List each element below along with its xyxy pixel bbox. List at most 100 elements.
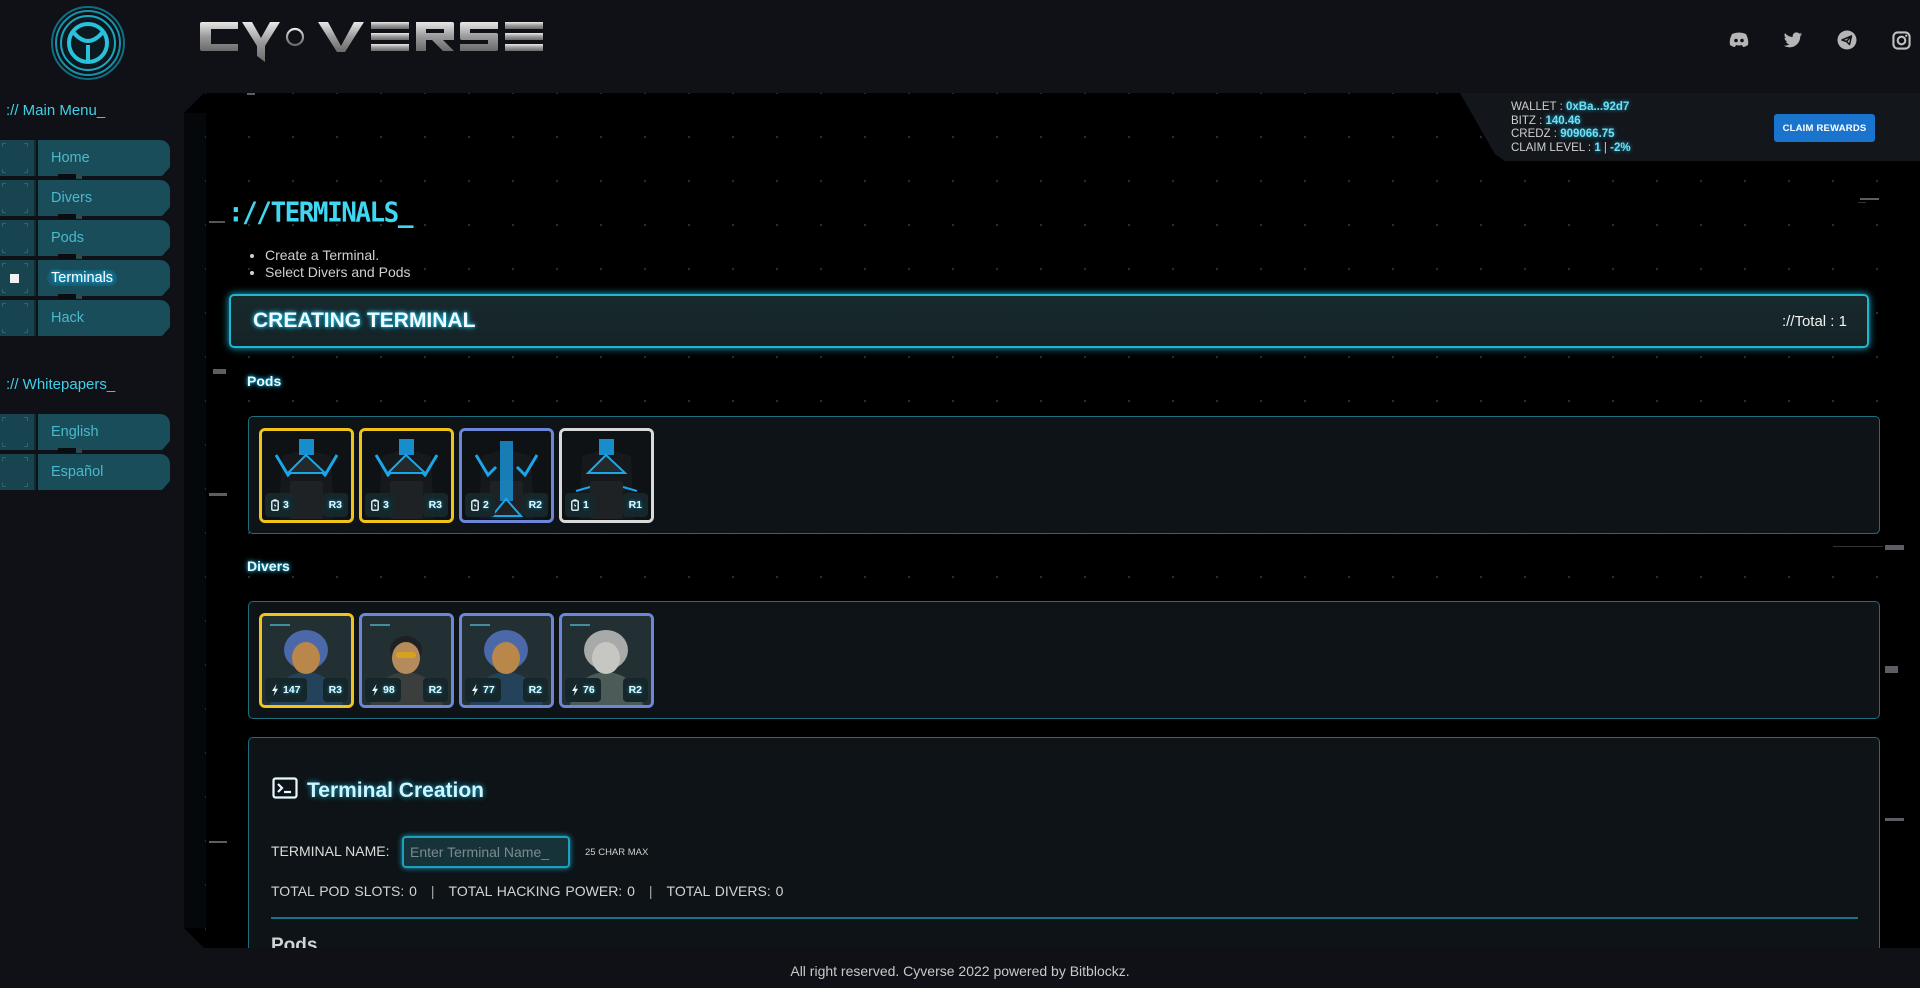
creating-terminal-bar: CREATING TERMINAL ://Total : 1: [229, 294, 1869, 348]
sidebar-item-hack[interactable]: Hack: [0, 294, 170, 336]
pod-slots-badge: 1: [565, 493, 595, 517]
frame-decoration: [247, 93, 255, 95]
pods-section-label: Pods: [247, 373, 282, 389]
sidebar-item-label: Español: [51, 464, 104, 480]
terminal-total: ://Total : 1: [1781, 312, 1847, 330]
battery-icon: [471, 499, 479, 511]
discord-icon[interactable]: [1727, 28, 1751, 52]
instruction-item: Create a Terminal.: [265, 247, 411, 264]
whitepapers-list: English Español: [0, 414, 175, 490]
active-indicator: [10, 274, 19, 283]
rarity-badge: R2: [422, 678, 448, 702]
frame-decoration: [1860, 198, 1879, 200]
whitepapers-title: :// Whitepapers_: [6, 376, 116, 393]
instruction-item: Select Divers and Pods: [265, 264, 411, 281]
hacking-power-badge: 77: [465, 678, 501, 702]
selected-pods-heading: Pods: [271, 935, 318, 949]
bitz-value: 140.46: [1545, 114, 1581, 127]
wallet-row: WALLET : 0xBa...92d7: [1511, 101, 1630, 113]
telegram-icon[interactable]: [1835, 28, 1859, 52]
rarity-badge: R2: [522, 493, 548, 517]
sidebar-item-label: Hack: [51, 310, 85, 326]
terminal-name-input[interactable]: [402, 836, 570, 868]
lightning-icon: [372, 684, 378, 696]
pod-slots-badge: 3: [265, 493, 295, 517]
rarity-badge: R1: [622, 493, 648, 517]
pod-card[interactable]: 3 R3: [359, 428, 454, 523]
cyverse-logo-icon[interactable]: [50, 5, 126, 81]
diver-card[interactable]: 76 R2: [559, 613, 654, 708]
rarity-badge: R2: [522, 678, 548, 702]
battery-icon: [371, 499, 379, 511]
instructions-list: Create a Terminal. Select Divers and Pod…: [265, 247, 411, 281]
rarity-badge: R3: [322, 678, 348, 702]
pod-slots-badge: 2: [465, 493, 495, 517]
lightning-icon: [272, 684, 278, 696]
hacking-power-badge: 76: [565, 678, 601, 702]
battery-icon: [571, 499, 579, 511]
pod-card[interactable]: 1 R1: [559, 428, 654, 523]
frame-decoration: [1885, 666, 1898, 673]
brand-logo: [198, 16, 618, 64]
wallet-address: 0xBa...92d7: [1565, 101, 1630, 113]
pod-slots-badge: 3: [365, 493, 395, 517]
diver-card[interactable]: 147 R3: [259, 613, 354, 708]
page-title: ://TERMINALS_: [228, 197, 414, 229]
frame-decoration: [209, 493, 227, 496]
diver-card[interactable]: 77 R2: [459, 613, 554, 708]
divers-tray: 147 R3 98 R2 77 R2 76 R2: [248, 601, 1880, 719]
frame-edge: [184, 113, 206, 928]
total-hacking-power: TOTAL HACKING POWER: 0: [448, 883, 635, 899]
sidebar-item-terminals[interactable]: Terminals: [0, 254, 170, 296]
hacking-power-badge: 147: [265, 678, 307, 702]
frame-decoration: [1833, 546, 1883, 547]
credz-value: 909066.75: [1560, 128, 1615, 140]
sidebar-item-label: English: [51, 424, 99, 440]
sidebar-item-english[interactable]: English: [0, 414, 170, 450]
lightning-icon: [572, 684, 578, 696]
rarity-badge: R3: [422, 493, 448, 517]
terminal-creation-title: Terminal Creation: [307, 779, 484, 802]
char-max-hint: 25 CHAR MAX: [585, 847, 649, 858]
sidebar: :// Main Menu_ Home Divers Pods Terminal…: [0, 100, 175, 494]
credz-row: CREDZ : 909066.75: [1511, 128, 1615, 140]
title-decoration: [209, 221, 225, 223]
sidebar-item-pods[interactable]: Pods: [0, 214, 170, 256]
total-pod-slots: TOTAL POD SLOTS: 0: [271, 883, 417, 899]
twitter-icon[interactable]: [1781, 28, 1805, 52]
terminal-creation-heading: Terminal Creation: [272, 777, 484, 805]
pods-tray: 3 R3 3 R3 2 R2 1 R1: [248, 416, 1880, 534]
rarity-badge: R2: [622, 678, 648, 702]
main-menu-list: Home Divers Pods Terminals Hack: [0, 140, 175, 336]
pod-card[interactable]: 3 R3: [259, 428, 354, 523]
lightning-icon: [472, 684, 478, 696]
main-menu-title: :// Main Menu_: [6, 102, 106, 119]
sidebar-item-espanol[interactable]: Español: [0, 448, 170, 490]
sidebar-item-home[interactable]: Home: [0, 140, 170, 176]
frame-decoration: [1885, 818, 1904, 821]
wallet-info: WALLET : 0xBa...92d7 BITZ : 140.46 CREDZ…: [1511, 101, 1631, 155]
section-divider: [271, 917, 1858, 919]
terminal-totals: TOTAL POD SLOTS: 0 | TOTAL HACKING POWER: …: [271, 883, 784, 899]
footer-text: All right reserved. Cyverse 2022 powered…: [790, 963, 1130, 979]
rarity-badge: R3: [322, 493, 348, 517]
creating-terminal-title: CREATING TERMINAL: [253, 309, 476, 332]
sidebar-item-label: Home: [51, 150, 90, 166]
claim-rewards-button[interactable]: CLAIM REWARDS: [1774, 114, 1875, 142]
claim-level-row: CLAIM LEVEL : 1 | -2%: [1511, 141, 1631, 154]
sidebar-item-divers[interactable]: Divers: [0, 174, 170, 216]
battery-icon: [271, 499, 279, 511]
diver-card[interactable]: 98 R2: [359, 613, 454, 708]
terminal-icon: [272, 777, 298, 805]
frame-decoration: [1885, 545, 1904, 550]
sidebar-item-label: Terminals: [47, 270, 118, 286]
sidebar-item-label: Pods: [51, 230, 85, 246]
instagram-icon[interactable]: [1889, 28, 1913, 52]
hacking-power-badge: 98: [365, 678, 401, 702]
bitz-row: BITZ : 140.46: [1511, 114, 1581, 127]
frame-decoration: [209, 841, 227, 843]
divers-section-label: Divers: [247, 558, 290, 574]
frame-decoration: [1858, 202, 1866, 203]
pod-card[interactable]: 2 R2: [459, 428, 554, 523]
sidebar-item-label: Divers: [51, 190, 93, 206]
